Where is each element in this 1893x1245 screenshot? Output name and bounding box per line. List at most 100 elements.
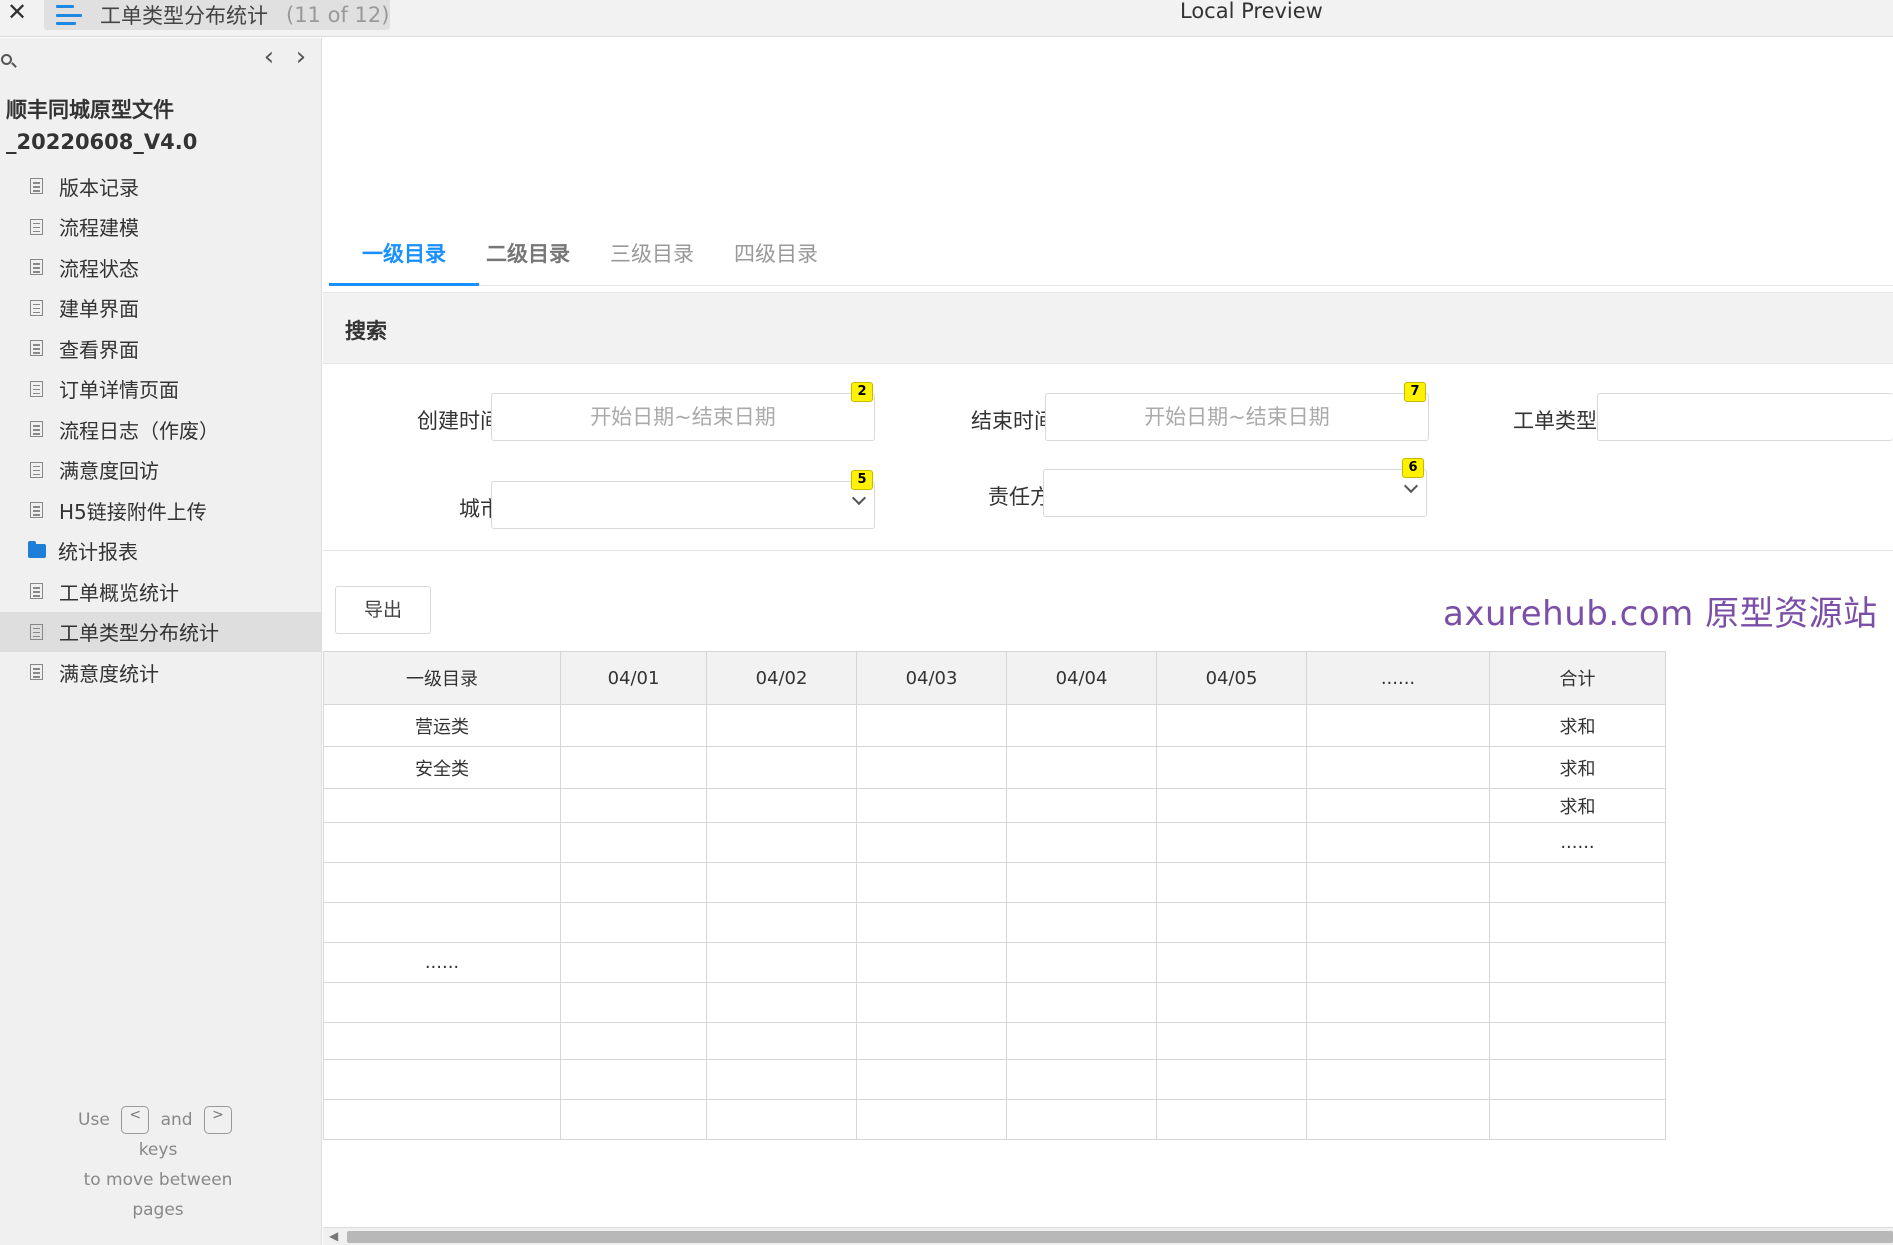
table-cell xyxy=(1006,746,1157,789)
search-icon[interactable] xyxy=(0,50,20,70)
table-cell xyxy=(1006,822,1157,863)
table-cell xyxy=(706,982,857,1023)
table-cell xyxy=(706,862,857,903)
horizontal-scrollbar[interactable]: ◀ xyxy=(323,1227,1893,1245)
sidebar-item[interactable]: 流程建模 xyxy=(0,207,321,248)
table-cell xyxy=(856,982,1007,1023)
table-cell xyxy=(1006,902,1157,943)
page-selector[interactable]: 工单类型分布统计 (11 of 12) xyxy=(44,0,390,30)
help-line3: to move between xyxy=(83,1170,233,1190)
section-divider xyxy=(323,550,1893,551)
table-cell xyxy=(1006,1059,1157,1100)
scroll-left-icon[interactable]: ◀ xyxy=(329,1229,338,1243)
sidebar-item[interactable]: 查看界面 xyxy=(0,328,321,369)
table-cell xyxy=(1156,1099,1307,1140)
table-cell xyxy=(1156,822,1307,863)
table-cell xyxy=(323,1022,561,1060)
sidebar-item[interactable]: H5链接附件上传 xyxy=(0,490,321,531)
created-time-range-input[interactable]: 开始日期~结束日期 xyxy=(491,393,875,441)
project-name-line2: _20220608_V4.0 xyxy=(6,130,198,154)
table-cell xyxy=(1306,1022,1490,1060)
table-cell xyxy=(323,982,561,1023)
sidebar-item[interactable]: 版本记录 xyxy=(0,166,321,207)
help-line4: pages xyxy=(132,1200,184,1220)
table-cell xyxy=(1306,862,1490,903)
sidebar-item[interactable]: 建单界面 xyxy=(0,288,321,329)
table-cell: 求和 xyxy=(1489,704,1666,747)
table-cell xyxy=(1156,788,1307,823)
table-cell xyxy=(1006,1022,1157,1060)
table-cell xyxy=(856,822,1007,863)
table-cell xyxy=(1489,982,1666,1023)
sidebar-item-label: 版本记录 xyxy=(59,175,139,200)
table-cell xyxy=(1306,746,1490,789)
sidebar-item[interactable]: 满意度回访 xyxy=(0,450,321,491)
table-cell: 求和 xyxy=(1489,788,1666,823)
table-cell xyxy=(1156,942,1307,983)
current-page-title: 工单类型分布统计 xyxy=(100,4,268,28)
menu-icon[interactable] xyxy=(56,5,82,25)
table-cell xyxy=(1306,982,1490,1023)
search-section-title: 搜索 xyxy=(345,319,387,343)
sidebar-item-label: 满意度统计 xyxy=(59,661,159,686)
table-row xyxy=(323,982,1666,1023)
table-cell xyxy=(560,982,707,1023)
project-name: 顺丰同城原型文件 _20220608_V4.0 xyxy=(0,86,321,158)
sidebar-item[interactable]: 流程状态 xyxy=(0,247,321,288)
next-page-icon[interactable]: › xyxy=(288,44,314,72)
page-icon xyxy=(30,178,43,195)
table-cell xyxy=(1156,1059,1307,1100)
main-canvas: 一级目录 二级目录 三级目录 四级目录 搜索 创建时间 开始日期~结束日期 2 … xyxy=(323,38,1893,1245)
table-cell xyxy=(560,704,707,747)
end-time-range-input[interactable]: 开始日期~结束日期 xyxy=(1045,393,1429,441)
tab-level-4[interactable]: 四级目录 xyxy=(701,233,851,286)
right-key-icon: > xyxy=(203,1106,232,1134)
table-cell xyxy=(706,1022,857,1060)
ticket-type-select[interactable] xyxy=(1597,393,1893,441)
responsible-party-select[interactable] xyxy=(1043,469,1427,517)
table-cell xyxy=(1489,1022,1666,1060)
sidebar-item-label: 建单界面 xyxy=(59,297,139,322)
sidebar-item[interactable]: 工单概览统计 xyxy=(0,571,321,612)
table-cell xyxy=(560,1059,707,1100)
table-cell xyxy=(1156,902,1307,943)
sidebar-item[interactable]: 流程日志（作废） xyxy=(0,409,321,450)
table-cell xyxy=(1006,1099,1157,1140)
sidebar-item[interactable]: 工单类型分布统计 xyxy=(0,611,321,652)
sidebar-item-label: 订单详情页面 xyxy=(59,378,179,403)
sidebar-item[interactable]: 订单详情页面 xyxy=(0,369,321,410)
city-select[interactable] xyxy=(491,481,875,529)
previous-page-icon[interactable]: ‹ xyxy=(256,44,282,72)
top-bar: ✕ 工单类型分布统计 (11 of 12) Local Preview xyxy=(0,0,1893,37)
table-cell xyxy=(856,1022,1007,1060)
table-cell xyxy=(1306,902,1490,943)
page-icon xyxy=(30,259,43,276)
table-cell: 安全类 xyxy=(323,746,561,789)
sidebar-item-label: 查看界面 xyxy=(59,337,139,362)
column-header: ...... xyxy=(1306,651,1490,705)
sidebar-item[interactable]: 统计报表 xyxy=(0,531,321,572)
category-tabs: 一级目录 二级目录 三级目录 四级目录 xyxy=(329,233,1893,286)
table-cell xyxy=(1306,822,1490,863)
table-cell xyxy=(856,704,1007,747)
table-cell xyxy=(1489,942,1666,983)
export-button[interactable]: 导出 xyxy=(335,586,431,634)
sidebar-item[interactable]: 满意度统计 xyxy=(0,652,321,693)
column-header: 04/04 xyxy=(1006,651,1157,705)
city-label: 城市 xyxy=(459,497,501,521)
column-header: 04/05 xyxy=(1156,651,1307,705)
table-cell xyxy=(1156,746,1307,789)
scrollbar-thumb[interactable] xyxy=(347,1231,1893,1243)
table-row: 求和 xyxy=(323,788,1666,823)
table-cell xyxy=(1306,942,1490,983)
sidebar-item-label: 流程状态 xyxy=(59,256,139,281)
table-row xyxy=(323,1022,1666,1060)
close-icon[interactable]: ✕ xyxy=(4,0,30,26)
table-cell xyxy=(1489,1099,1666,1140)
column-header: 04/01 xyxy=(560,651,707,705)
table-cell xyxy=(323,822,561,863)
annotation-badge: 6 xyxy=(1402,458,1424,478)
column-header: 04/02 xyxy=(706,651,857,705)
table-cell xyxy=(706,1099,857,1140)
table-cell xyxy=(323,788,561,823)
